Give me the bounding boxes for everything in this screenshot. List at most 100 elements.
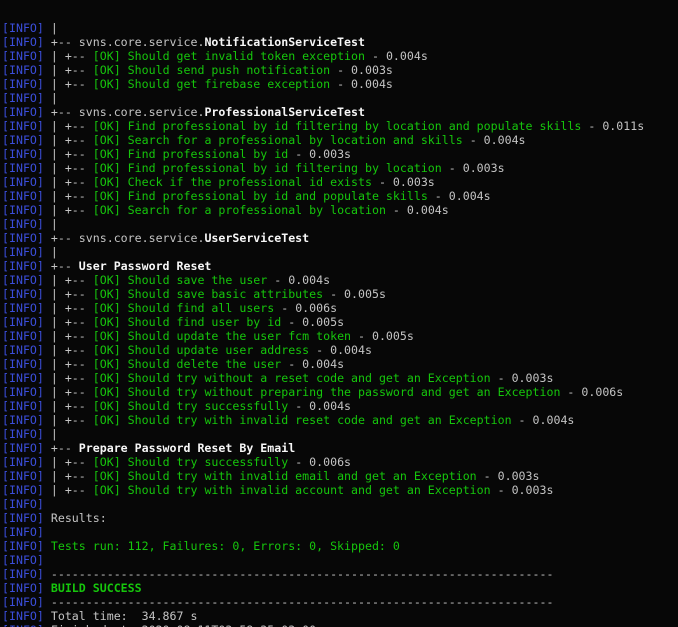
console-segment: | +-- bbox=[44, 371, 93, 385]
console-segment: | +-- bbox=[44, 119, 93, 133]
console-line: [INFO] | +-- [OK] Should get invalid tok… bbox=[2, 49, 678, 63]
console-segment: | +-- bbox=[44, 357, 93, 371]
console-segment: +-- svns.core.service. bbox=[44, 105, 205, 119]
log-level-info: [INFO] bbox=[2, 133, 44, 147]
console-line: [INFO] | +-- [OK] Should try with invali… bbox=[2, 413, 678, 427]
console-segment: [OK] Should save basic attributes bbox=[93, 287, 323, 301]
console-segment: - 0.003s bbox=[372, 175, 435, 189]
console-segment: - 0.005s bbox=[351, 329, 414, 343]
console-line: [INFO] | +-- [OK] Should try successfull… bbox=[2, 399, 678, 413]
console-line: [INFO] | +-- [OK] Should update user add… bbox=[2, 343, 678, 357]
console-segment: - 0.004s bbox=[365, 49, 428, 63]
console-segment: | +-- bbox=[44, 315, 93, 329]
console-line: [INFO] Results: bbox=[2, 511, 678, 525]
console-segment: [OK] Should try with invalid email and g… bbox=[93, 469, 477, 483]
log-level-info: [INFO] bbox=[2, 427, 44, 441]
log-level-info: [INFO] bbox=[2, 511, 44, 525]
console-segment: +-- bbox=[44, 441, 79, 455]
console-segment: [OK] Should get invalid token exception bbox=[93, 49, 365, 63]
log-level-info: [INFO] bbox=[2, 189, 44, 203]
console-segment: | +-- bbox=[44, 273, 93, 287]
log-level-info: [INFO] bbox=[2, 49, 44, 63]
console-line: [INFO] | +-- [OK] Should update the user… bbox=[2, 329, 678, 343]
console-line: [INFO] | +-- [OK] Should try without a r… bbox=[2, 371, 678, 385]
console-segment: | +-- bbox=[44, 343, 93, 357]
console-segment: [OK] Should find user by id bbox=[93, 315, 281, 329]
log-level-info: [INFO] bbox=[2, 91, 44, 105]
console-segment: ----------------------------------------… bbox=[44, 567, 554, 581]
log-level-info: [INFO] bbox=[2, 259, 44, 273]
console-segment: - 0.003s bbox=[288, 147, 351, 161]
log-level-info: [INFO] bbox=[2, 35, 44, 49]
console-segment: ProfessionalServiceTest bbox=[204, 105, 365, 119]
console-segment: - 0.004s bbox=[267, 273, 330, 287]
console-segment: - 0.005s bbox=[281, 315, 344, 329]
console-segment: +-- svns.core.service. bbox=[44, 35, 205, 49]
console-segment: | +-- bbox=[44, 161, 93, 175]
console-segment: | +-- bbox=[44, 287, 93, 301]
console-segment: [OK] Should save the user bbox=[93, 273, 268, 287]
console-line: [INFO] | +-- [OK] Should try with invali… bbox=[2, 483, 678, 497]
log-level-info: [INFO] bbox=[2, 273, 44, 287]
console-segment: [OK] Should try successfully bbox=[93, 399, 288, 413]
console-line: [INFO] | +-- [OK] Should save basic attr… bbox=[2, 287, 678, 301]
console-segment: [OK] Should try without a reset code and… bbox=[93, 371, 491, 385]
console-line: [INFO] ---------------------------------… bbox=[2, 567, 678, 581]
console-segment: | +-- bbox=[44, 203, 93, 217]
console-line: [INFO] | +-- [OK] Should save the user -… bbox=[2, 273, 678, 287]
console-segment: [OK] Check if the professional id exists bbox=[93, 175, 372, 189]
console-segment: [OK] Search for a professional by locati… bbox=[93, 203, 386, 217]
log-level-info: [INFO] bbox=[2, 119, 44, 133]
console-line: [INFO] +-- User Password Reset bbox=[2, 259, 678, 273]
console-segment: - 0.004s bbox=[309, 343, 372, 357]
log-level-info: [INFO] bbox=[2, 567, 44, 581]
console-segment: [OK] Find professional by id filtering b… bbox=[93, 161, 442, 175]
console-line: [INFO] +-- svns.core.service.UserService… bbox=[2, 231, 678, 245]
console-segment: [OK] Should try with invalid reset code … bbox=[93, 413, 512, 427]
console-line: [INFO] | +-- [OK] Should get firebase ex… bbox=[2, 77, 678, 91]
console-segment: | +-- bbox=[44, 469, 93, 483]
console-segment: [OK] Search for a professional by locati… bbox=[93, 133, 463, 147]
console-line: [INFO] | +-- [OK] Should send push notif… bbox=[2, 63, 678, 77]
console-line: [INFO] BUILD SUCCESS bbox=[2, 581, 678, 595]
log-level-info: [INFO] bbox=[2, 357, 44, 371]
log-level-info: [INFO] bbox=[2, 161, 44, 175]
log-level-info: [INFO] bbox=[2, 301, 44, 315]
log-level-info: [INFO] bbox=[2, 203, 44, 217]
log-level-info: [INFO] bbox=[2, 623, 44, 627]
console-segment: Prepare Password Reset By Email bbox=[79, 441, 295, 455]
log-level-info: [INFO] bbox=[2, 329, 44, 343]
log-level-info: [INFO] bbox=[2, 441, 44, 455]
console-line: [INFO] | +-- [OK] Should find all users … bbox=[2, 301, 678, 315]
console-segment: | +-- bbox=[44, 413, 93, 427]
console-segment: | +-- bbox=[44, 399, 93, 413]
console-line: [INFO] | +-- [OK] Check if the professio… bbox=[2, 175, 678, 189]
console-segment: [OK] Should try with invalid account and… bbox=[93, 483, 491, 497]
console-segment: - 0.003s bbox=[330, 63, 393, 77]
console-segment: | +-- bbox=[44, 147, 93, 161]
log-level-info: [INFO] bbox=[2, 147, 44, 161]
console-segment: [OK] Should delete the user bbox=[93, 357, 281, 371]
console-segment: - 0.005s bbox=[323, 287, 386, 301]
console-segment: | +-- bbox=[44, 301, 93, 315]
console-segment: - 0.004s bbox=[281, 357, 344, 371]
log-level-info: [INFO] bbox=[2, 455, 44, 469]
console-line: [INFO] | bbox=[2, 91, 678, 105]
console-segment: | +-- bbox=[44, 483, 93, 497]
log-level-info: [INFO] bbox=[2, 371, 44, 385]
log-level-info: [INFO] bbox=[2, 595, 44, 609]
console-segment: [OK] Should try successfully bbox=[93, 455, 288, 469]
console-segment: - 0.006s bbox=[560, 385, 623, 399]
console-segment: - 0.006s bbox=[274, 301, 337, 315]
log-level-info: [INFO] bbox=[2, 343, 44, 357]
console-line: [INFO] +-- svns.core.service.Notificatio… bbox=[2, 35, 678, 49]
console-line: [INFO] | +-- [OK] Search for a professio… bbox=[2, 203, 678, 217]
console-line: [INFO] | +-- [OK] Should try with invali… bbox=[2, 469, 678, 483]
console-segment: | bbox=[44, 245, 58, 259]
log-level-info: [INFO] bbox=[2, 287, 44, 301]
log-level-info: [INFO] bbox=[2, 609, 44, 623]
console-segment: [OK] Find professional by id filtering b… bbox=[93, 119, 582, 133]
log-level-info: [INFO] bbox=[2, 581, 44, 595]
console-line: [INFO] | +-- [OK] Find professional by i… bbox=[2, 119, 678, 133]
console-line: [INFO] | +-- [OK] Search for a professio… bbox=[2, 133, 678, 147]
